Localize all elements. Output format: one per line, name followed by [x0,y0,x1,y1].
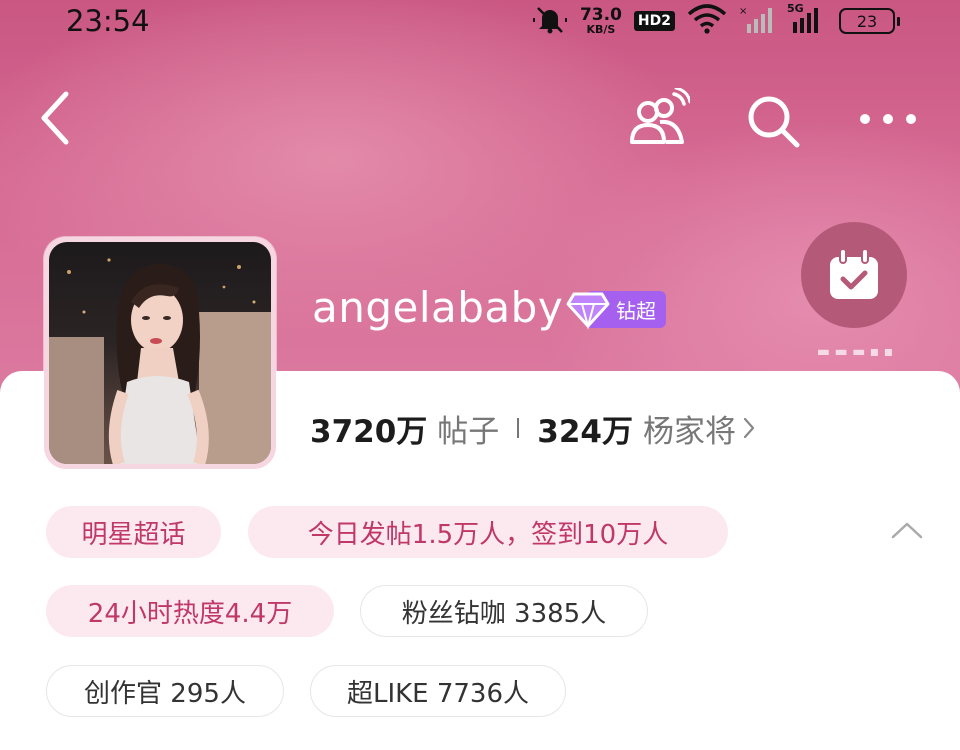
stats-divider [517,418,520,438]
signal-empty-icon: × [739,4,775,38]
battery-level: 23 [839,8,895,34]
status-bar: 23:54 73.0 KB/S HD2 × 5G 23 [0,0,960,44]
search-button[interactable] [742,90,804,152]
chevron-right-icon [742,416,756,440]
calendar-check-icon [830,248,878,299]
mute-icon [532,4,568,38]
group-chat-button[interactable] [622,86,692,150]
network-speed: 73.0 KB/S [579,5,622,36]
collapse-button[interactable] [884,510,930,550]
group-chat-icon [630,88,690,144]
username: angelababy [312,283,564,332]
super-topic-badge[interactable]: 钻超 [566,288,666,330]
checkin-label-blurred: ▬ ▬ ▬ ▪ ▪ [816,344,894,360]
tag-24h-heat[interactable]: 24小时热度4.4万 [46,585,334,637]
chevron-left-icon [41,91,69,145]
checkin-button[interactable] [801,222,907,328]
wifi-icon [687,4,727,38]
topic-stats[interactable]: 3720万 帖子 324万 杨家将 [310,406,756,450]
fans-label: 杨家将 [643,413,736,450]
fans-count: 324万 [537,413,633,450]
avatar-photo [49,242,271,464]
tag-fans-diamond[interactable]: 粉丝钻咖 3385人 [360,585,648,637]
diamond-icon [566,292,610,330]
svg-text:×: × [739,6,747,17]
more-button[interactable] [852,94,924,144]
tag-category[interactable]: 明星超话 [46,506,221,558]
status-icons: 73.0 KB/S HD2 × 5G 23 [532,2,900,38]
more-icon [860,114,916,124]
battery-indicator: 23 [839,8,900,34]
back-button[interactable] [30,88,80,148]
tag-daily-activity[interactable]: 今日发帖1.5万人，签到10万人 [248,506,728,558]
tag-super-like[interactable]: 超LIKE 7736人 [310,665,566,717]
signal-label: 5G [787,2,804,15]
net-speed-unit: KB/S [586,23,616,36]
posts-count: 3720万 [310,413,428,450]
avatar[interactable] [44,237,276,469]
posts-label: 帖子 [437,413,500,450]
status-time: 23:54 [66,4,150,38]
search-icon [748,96,800,148]
signal-5g-icon: 5G [787,2,827,38]
net-speed-value: 73.0 [579,5,622,25]
chevron-up-icon [891,522,923,539]
top-nav [0,80,960,160]
hd-badge: HD2 [633,11,675,31]
tag-creators[interactable]: 创作官 295人 [46,665,284,717]
